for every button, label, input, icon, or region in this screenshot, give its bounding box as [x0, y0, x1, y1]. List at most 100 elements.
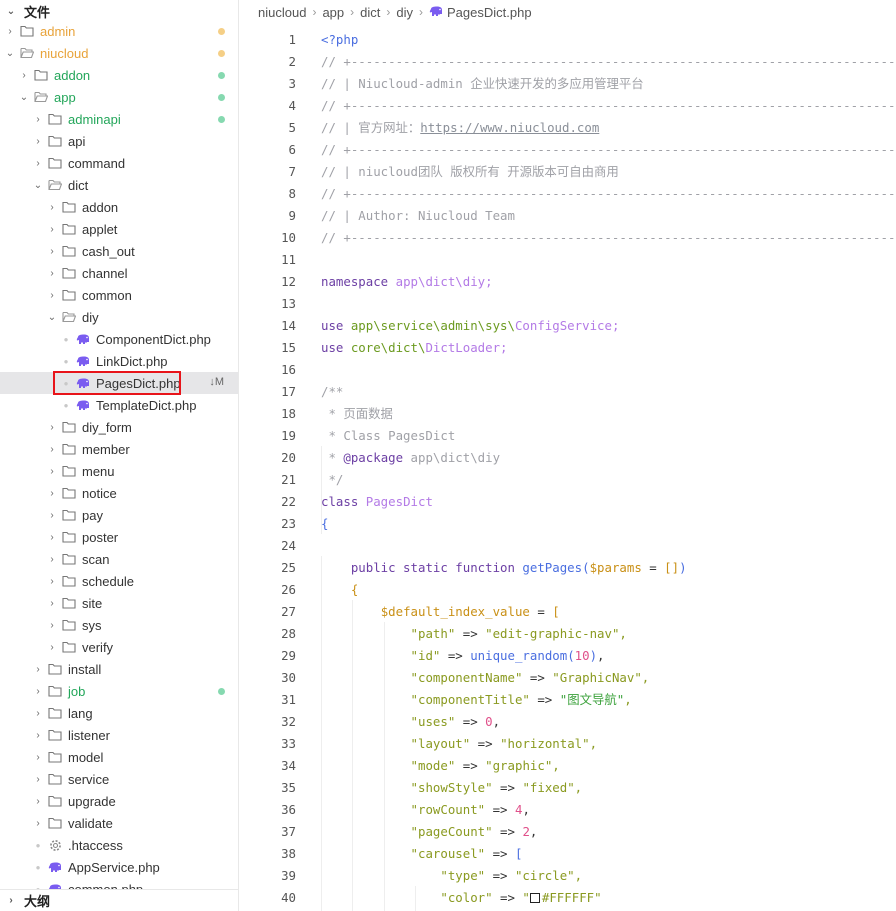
code-token[interactable]: https://www.niucloud.com: [420, 120, 599, 135]
tree-folder-diy[interactable]: ⌄ diy: [0, 306, 238, 328]
tree-file-pagesdict-php[interactable]: ● PagesDict.php ↓M: [0, 372, 238, 394]
tree-folder-addon[interactable]: › addon: [0, 196, 238, 218]
chevron-right-icon[interactable]: ›: [32, 752, 44, 763]
tree-folder-validate[interactable]: › validate: [0, 812, 238, 834]
chevron-right-icon[interactable]: ›: [32, 730, 44, 741]
tree-folder-job[interactable]: › job: [0, 680, 238, 702]
chevron-right-icon[interactable]: ›: [46, 510, 58, 521]
tree-folder-adminapi[interactable]: › adminapi: [0, 108, 238, 130]
tree-folder-addon[interactable]: › addon: [0, 64, 238, 86]
tree-folder-niucloud[interactable]: ⌄ niucloud: [0, 42, 238, 64]
tree-folder-sys[interactable]: › sys: [0, 614, 238, 636]
code-token: [: [514, 845, 523, 861]
tree-folder-install[interactable]: › install: [0, 658, 238, 680]
tree-folder-channel[interactable]: › channel: [0, 262, 238, 284]
tree-folder-dict[interactable]: ⌄ dict: [0, 174, 238, 196]
php-file-icon: [75, 333, 91, 345]
chevron-right-icon[interactable]: ›: [46, 290, 58, 301]
code-line: 23 {: [240, 512, 896, 534]
tree-folder-diy-form[interactable]: › diy_form: [0, 416, 238, 438]
breadcrumb-item[interactable]: diy: [396, 5, 413, 20]
chevron-right-icon[interactable]: ›: [46, 202, 58, 213]
chevron-right-icon[interactable]: ›: [4, 26, 16, 37]
tree-folder-notice[interactable]: › notice: [0, 482, 238, 504]
chevron-right-icon[interactable]: ›: [46, 532, 58, 543]
line-number: 32: [281, 713, 296, 729]
breadcrumb-item[interactable]: PagesDict.php: [447, 5, 532, 20]
tree-folder-model[interactable]: › model: [0, 746, 238, 768]
tree-file-componentdict-php[interactable]: ● ComponentDict.php: [0, 328, 238, 350]
code-line: 12 namespace app\dict\diy;: [240, 270, 896, 292]
tree-folder-admin[interactable]: › admin: [0, 20, 238, 42]
chevron-right-icon[interactable]: ›: [46, 422, 58, 433]
line-content: class PagesDict: [321, 494, 433, 509]
line-content: "mode" => "graphic",: [321, 758, 560, 773]
tree-folder-cash-out[interactable]: › cash_out: [0, 240, 238, 262]
chevron-right-icon[interactable]: ›: [32, 774, 44, 785]
chevron-right-icon[interactable]: ›: [32, 158, 44, 169]
breadcrumb-item[interactable]: dict: [360, 5, 380, 20]
tree-folder-listener[interactable]: › listener: [0, 724, 238, 746]
breadcrumb-item[interactable]: niucloud: [258, 5, 306, 20]
chevron-down-icon[interactable]: ⌄: [46, 312, 58, 323]
color-swatch[interactable]: [529, 892, 540, 903]
chevron-right-icon[interactable]: ›: [32, 686, 44, 697]
chevron-right-icon[interactable]: ›: [32, 114, 44, 125]
tree-folder-service[interactable]: › service: [0, 768, 238, 790]
chevron-right-icon[interactable]: ›: [46, 444, 58, 455]
tree-file-linkdict-php[interactable]: ● LinkDict.php: [0, 350, 238, 372]
chevron-right-icon[interactable]: ›: [32, 664, 44, 675]
files-section-header[interactable]: ⌄ 文件: [0, 0, 238, 22]
tree-folder-member[interactable]: › member: [0, 438, 238, 460]
chevron-down-icon[interactable]: ⌄: [32, 180, 44, 191]
tree-folder-lang[interactable]: › lang: [0, 702, 238, 724]
tree-folder-upgrade[interactable]: › upgrade: [0, 790, 238, 812]
code-area[interactable]: 1 <?php 2 // +-----------------------------…: [240, 28, 896, 911]
tree-file-templatedict-php[interactable]: ● TemplateDict.php: [0, 394, 238, 416]
tree-folder-schedule[interactable]: › schedule: [0, 570, 238, 592]
chevron-right-icon[interactable]: ›: [32, 136, 44, 147]
chevron-right-icon[interactable]: ›: [46, 268, 58, 279]
code-token: "graphic",: [485, 757, 560, 773]
tree-folder-api[interactable]: › api: [0, 130, 238, 152]
chevron-right-icon[interactable]: ›: [18, 70, 30, 81]
chevron-right-icon[interactable]: ›: [46, 554, 58, 565]
chevron-right-icon[interactable]: ›: [46, 488, 58, 499]
tree-folder-common[interactable]: › common: [0, 284, 238, 306]
code-token: // | Niucloud-admin 企业快速开发的多应用管理平台: [321, 76, 644, 91]
chevron-right-icon[interactable]: ›: [46, 598, 58, 609]
code-line: 13: [240, 292, 896, 314]
tree-file-appservice-php[interactable]: ● AppService.php: [0, 856, 238, 878]
tree-folder-pay[interactable]: › pay: [0, 504, 238, 526]
breadcrumb-item[interactable]: app: [322, 5, 344, 20]
line-number: 16: [281, 361, 296, 377]
chevron-down-icon[interactable]: ⌄: [18, 92, 30, 103]
chevron-right-icon[interactable]: ›: [46, 642, 58, 653]
tree-folder-applet[interactable]: › applet: [0, 218, 238, 240]
chevron-right-icon[interactable]: ›: [46, 224, 58, 235]
chevron-down-icon[interactable]: ⌄: [4, 48, 16, 59]
tree-folder-site[interactable]: › site: [0, 592, 238, 614]
tree-folder-verify[interactable]: › verify: [0, 636, 238, 658]
outline-section-header[interactable]: › 大纲: [0, 889, 238, 911]
tree-folder-poster[interactable]: › poster: [0, 526, 238, 548]
tree-folder-app[interactable]: ⌄ app: [0, 86, 238, 108]
code-token: =>: [455, 713, 486, 729]
code-token: "mode": [410, 757, 456, 773]
chevron-right-icon[interactable]: ›: [32, 796, 44, 807]
folder-icon: [47, 795, 63, 807]
tree-folder-command[interactable]: › command: [0, 152, 238, 174]
code-editor[interactable]: niucloud › app › dict › diy › PagesDict.php 1 <?p…: [240, 0, 896, 911]
tree-folder-scan[interactable]: › scan: [0, 548, 238, 570]
tree-folder-menu[interactable]: › menu: [0, 460, 238, 482]
chevron-right-icon[interactable]: ›: [46, 576, 58, 587]
chevron-right-icon[interactable]: ›: [32, 708, 44, 719]
chevron-right-icon[interactable]: ›: [46, 246, 58, 257]
chevron-right-icon[interactable]: ›: [46, 466, 58, 477]
folder-icon: [47, 663, 63, 675]
chevron-right-icon[interactable]: ›: [32, 818, 44, 829]
chevron-right-icon[interactable]: ›: [46, 620, 58, 631]
tree-file--htaccess[interactable]: ● .htaccess: [0, 834, 238, 856]
